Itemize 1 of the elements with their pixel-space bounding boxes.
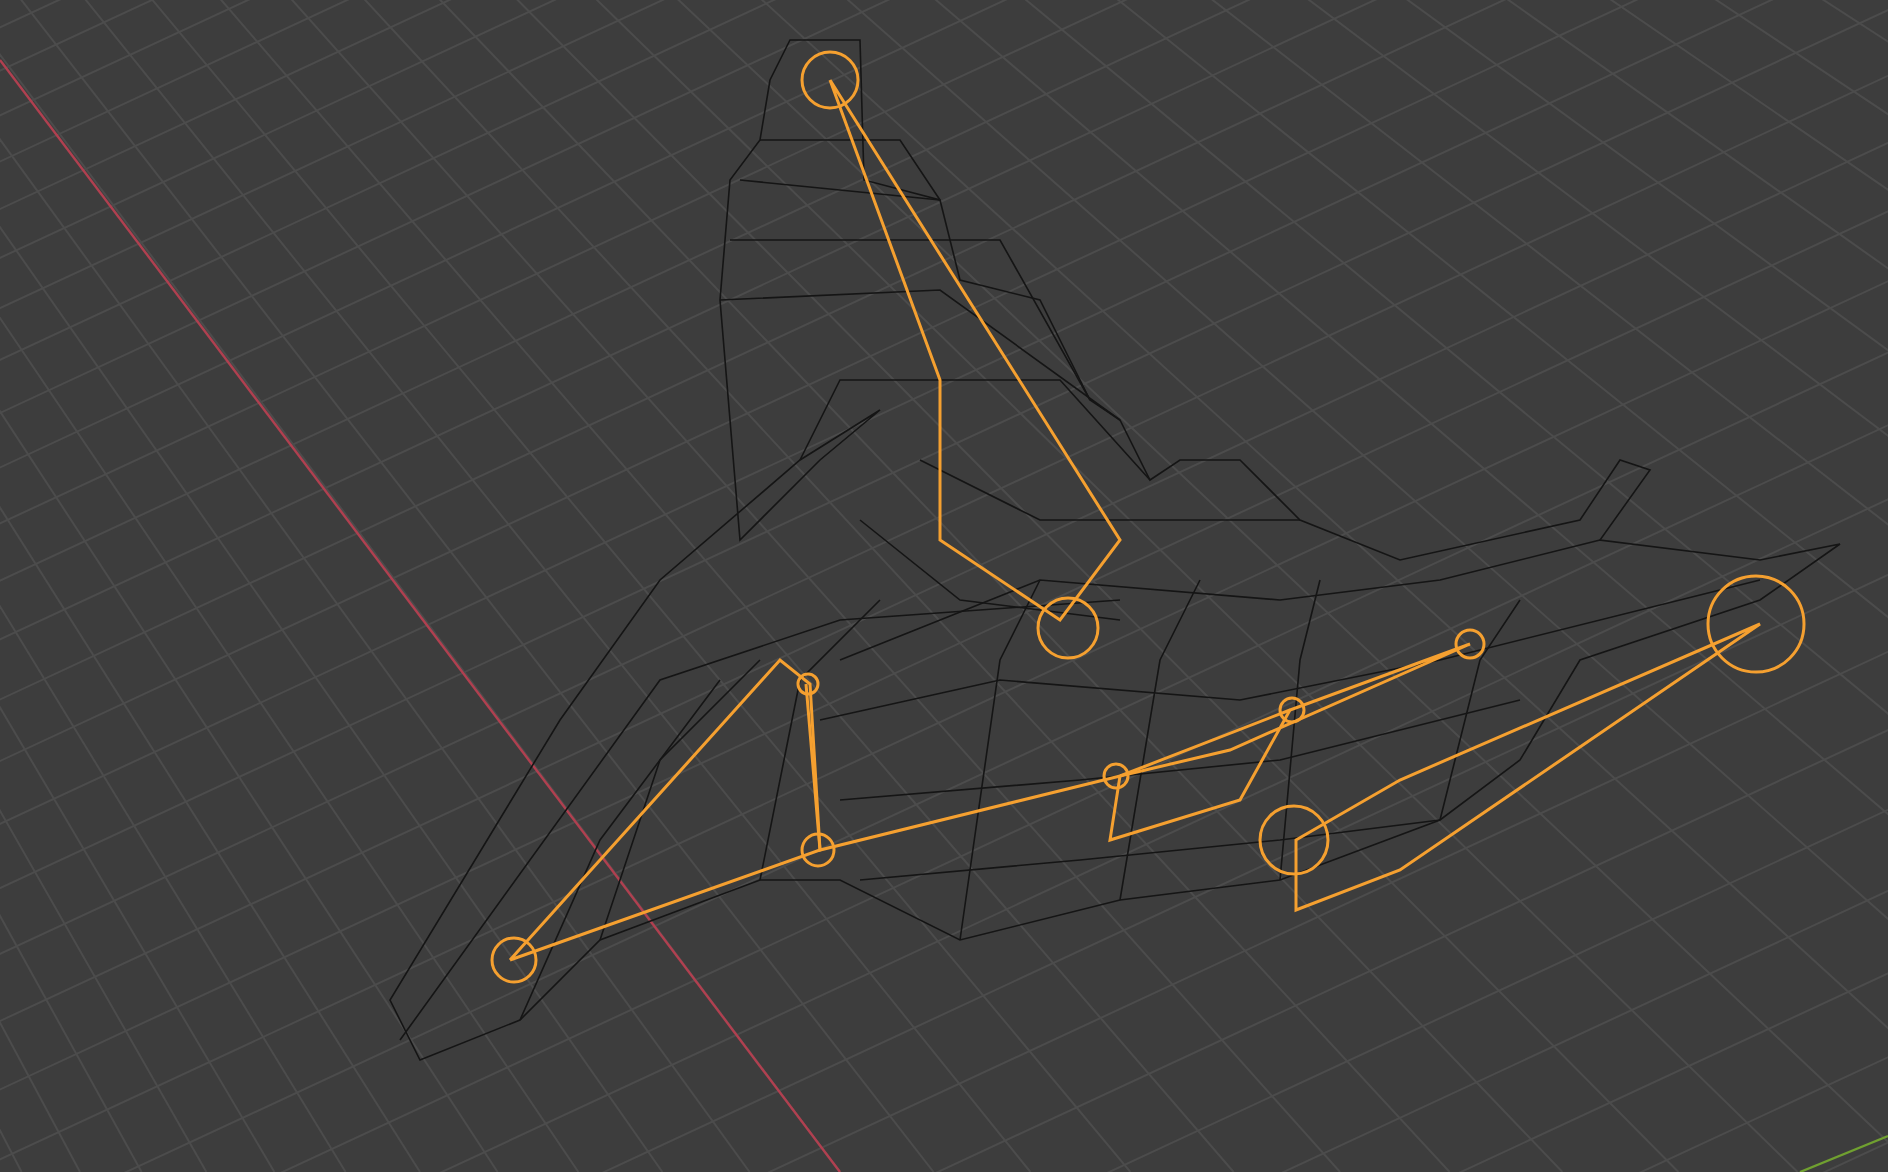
y-axis-line: [1799, 1134, 1888, 1172]
